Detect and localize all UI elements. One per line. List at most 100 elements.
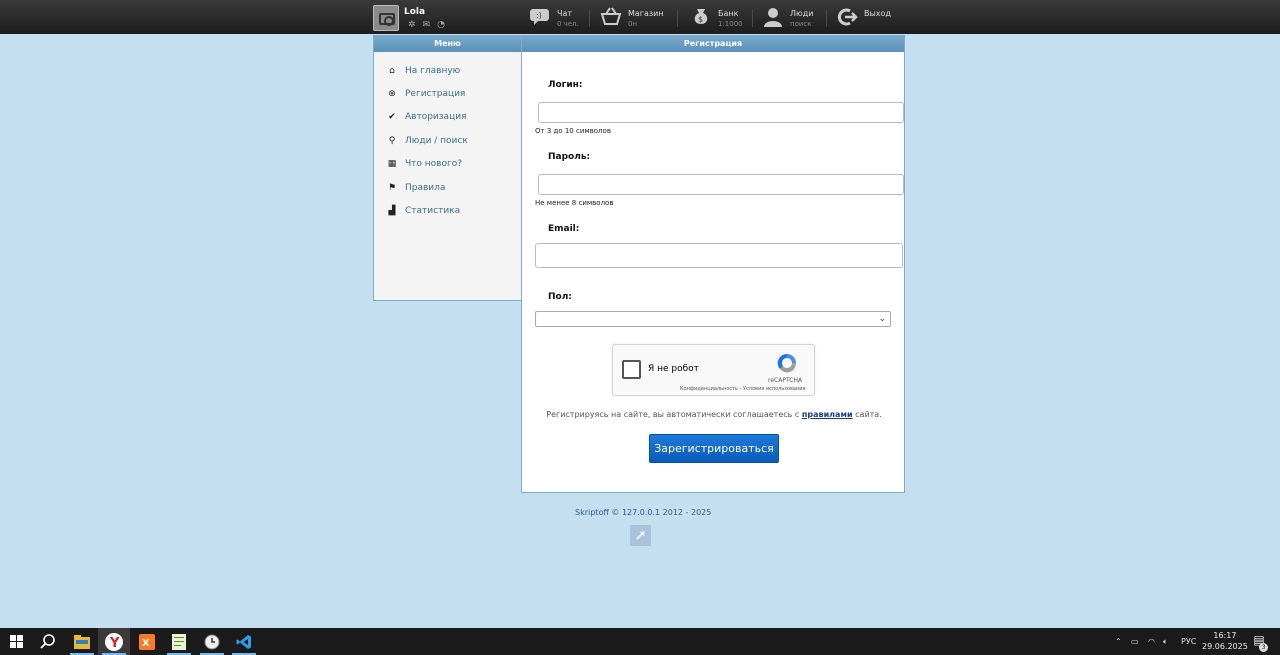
recaptcha-terms[interactable]: Конфиденциальность - Условия использован… — [680, 386, 806, 392]
password-hint: Не менее 8 символов — [535, 199, 614, 207]
clock-date: 29.06.2025 — [1202, 642, 1248, 651]
menu-item-label[interactable]: Люди / поиск — [405, 136, 468, 146]
menu-item-people[interactable]: ⚲ Люди / поиск — [387, 129, 521, 152]
svg-text:$: $ — [698, 15, 703, 24]
menu-item-rules[interactable]: ⚑ Правила — [387, 176, 521, 199]
money-bag-icon: $ — [690, 7, 712, 27]
search-taskbar-icon[interactable] — [32, 628, 64, 655]
top-bar: Lola ✲ ✉ ◔ :) Чат 0 чел. Магазин 0н $ Банк… — [0, 0, 1280, 34]
notification-count: 3 — [1259, 643, 1268, 652]
recaptcha-logo-icon — [777, 353, 797, 373]
agreement-before: Регистрируясь на сайте, вы автоматически… — [546, 410, 802, 419]
recaptcha-widget: Я не робот reCAPTCHA Конфиденциальность … — [612, 344, 815, 396]
recaptcha-checkbox[interactable] — [622, 360, 641, 379]
xampp-icon[interactable]: X — [131, 628, 163, 655]
email-label: Email: — [548, 224, 580, 234]
nav-people-sub: поиск — [790, 20, 812, 28]
menu-title: Меню — [374, 36, 521, 52]
gender-label: Пол: — [548, 292, 572, 302]
signal-bars-icon: ▟ — [388, 206, 396, 217]
footer-host-link[interactable]: 127.0.0.1 — [622, 508, 660, 517]
recaptcha-label: Я не робот — [648, 364, 699, 374]
nav-people-title: Люди — [790, 9, 814, 18]
arrow-up-right-icon[interactable]: ➚ — [630, 525, 651, 546]
menu-item-label[interactable]: Статистика — [405, 206, 460, 216]
nav-chat-title: Чат — [557, 9, 573, 18]
menu-item-register[interactable]: ⊕ Регистрация — [387, 82, 521, 105]
file-explorer-icon[interactable] — [66, 628, 98, 655]
wifi-icon[interactable]: ◠ — [1148, 628, 1155, 655]
nav-chat[interactable]: :) Чат 0 чел. — [529, 7, 579, 29]
menu-item-home[interactable]: ⌂ На главную — [387, 59, 521, 82]
vscode-icon[interactable] — [228, 628, 260, 655]
battery-icon[interactable]: ▭ — [1131, 628, 1139, 655]
exit-icon — [836, 7, 858, 27]
email-input[interactable] — [535, 243, 903, 268]
rss-icon[interactable]: ◔ — [437, 20, 445, 30]
checkmark-icon: ✔ — [388, 112, 396, 123]
basket-icon — [600, 7, 622, 27]
nav-bank-sub: 1:1000 — [718, 20, 743, 28]
windows-logo-icon — [9, 635, 23, 648]
agreement-text: Регистрируясь на сайте, вы автоматически… — [522, 410, 906, 419]
menu-item-news[interactable]: ▦ Что нового? — [387, 153, 521, 176]
menu-item-label[interactable]: Авторизация — [405, 112, 466, 122]
menu-item-label[interactable]: Что нового? — [405, 159, 462, 169]
clock-app-icon[interactable] — [196, 628, 228, 655]
start-button[interactable] — [0, 628, 32, 655]
home-icon: ⌂ — [389, 65, 395, 76]
svg-text:Y: Y — [109, 636, 120, 651]
camera-icon — [379, 13, 395, 26]
gender-select[interactable]: ⌄ — [535, 311, 891, 327]
footer-site-link[interactable]: Skriptoff — [575, 508, 609, 517]
clock-time: 16:17 — [1213, 631, 1237, 640]
chevron-down-icon: ⌄ — [878, 314, 886, 324]
register-button[interactable]: Зарегистрироваться — [649, 434, 779, 463]
calendar-icon: ▦ — [387, 159, 397, 170]
menu-item-login[interactable]: ✔ Авторизация — [387, 106, 521, 129]
avatar[interactable] — [373, 5, 399, 31]
yandex-browser-icon[interactable]: Y — [98, 628, 130, 655]
footer-copyright: © — [611, 508, 620, 517]
svg-text:X: X — [142, 638, 150, 649]
tray-chevron-icon[interactable]: ⌃ — [1115, 628, 1122, 655]
notepad-icon[interactable] — [163, 628, 195, 655]
chat-icon: :) — [529, 7, 551, 27]
menu-panel: Меню ⌂ На главную ⊕ Регистрация ✔ Авторизац… — [373, 35, 522, 301]
plus-circle-icon: ⊕ — [388, 89, 396, 100]
password-input[interactable] — [538, 174, 904, 195]
menu-list: ⌂ На главную ⊕ Регистрация ✔ Авторизация ⚲ Л… — [374, 52, 521, 223]
login-label: Логин: — [548, 80, 583, 90]
menu-item-label[interactable]: Регистрация — [405, 89, 465, 99]
login-input[interactable] — [538, 102, 904, 123]
nav-bank[interactable]: $ Банк 1:1000 — [690, 7, 743, 29]
mail-icon[interactable]: ✉ — [423, 20, 431, 30]
taskbar-clock[interactable]: 16:17 29.06.2025 — [1202, 630, 1248, 652]
search-icon: ⚲ — [388, 135, 396, 146]
nav-shop-sub: 0н — [628, 20, 638, 28]
language-indicator[interactable]: РУС — [1181, 628, 1196, 655]
flag-icon: ⚑ — [387, 182, 397, 193]
nav-people[interactable]: Люди поиск — [762, 7, 813, 29]
person-icon — [762, 7, 784, 27]
nav-exit[interactable]: Выход — [836, 7, 891, 29]
nav-shop[interactable]: Магазин 0н — [600, 7, 664, 29]
volume-icon[interactable]: 🔈︎ — [1163, 628, 1168, 655]
agreement-after: сайта. — [852, 410, 882, 419]
menu-item-stats[interactable]: ▟ Статистика — [387, 199, 521, 222]
user-name[interactable]: Lola — [404, 7, 425, 17]
footer: Skriptoff © 127.0.0.1 2012 - 2025 — [575, 508, 711, 517]
settings-icon[interactable]: ✲ — [408, 20, 416, 30]
menu-item-label[interactable]: На главную — [405, 66, 460, 76]
rules-link[interactable]: правилами — [802, 410, 853, 419]
notification-icon[interactable]: ▤ 3 — [1250, 633, 1268, 652]
registration-title: Регистрация — [522, 36, 904, 52]
menu-item-label[interactable]: Правила — [405, 183, 445, 193]
nav-chat-sub: 0 чел. — [557, 20, 579, 28]
nav-bank-title: Банк — [718, 9, 739, 18]
registration-panel: Регистрация Логин: От 3 до 10 символов П… — [521, 35, 905, 493]
nav-shop-title: Магазин — [628, 9, 664, 18]
nav-exit-title: Выход — [864, 9, 891, 18]
password-label: Пароль: — [548, 152, 591, 162]
recaptcha-brand: reCAPTCHA — [768, 377, 803, 384]
